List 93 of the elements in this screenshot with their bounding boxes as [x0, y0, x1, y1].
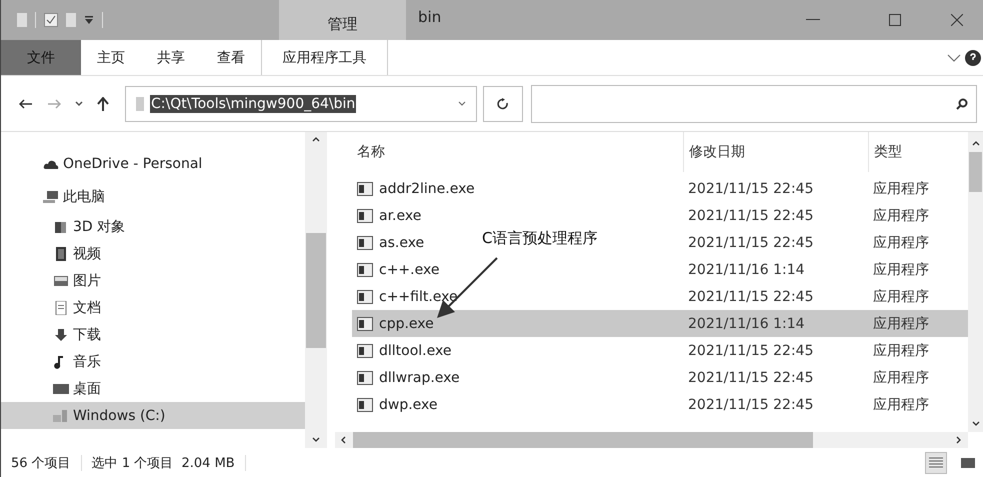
file-type: 应用程序 [872, 288, 930, 306]
address-path: C:\Qt\Tools\mingw900_64\bin [150, 94, 356, 112]
horizontal-scrollbar[interactable] [335, 432, 968, 448]
file-type: 应用程序 [872, 180, 930, 198]
refresh-button[interactable] [483, 86, 523, 122]
file-name: dllwrap.exe [379, 370, 460, 386]
column-header[interactable]: 名称 [352, 132, 683, 172]
modified-date: 2021/11/15 22:45 [687, 206, 814, 226]
film-icon [53, 246, 69, 260]
refresh-icon [497, 98, 509, 110]
scroll-thumb[interactable] [353, 432, 813, 448]
application-icon [357, 262, 373, 276]
modified-date: 2021/11/15 22:45 [687, 396, 814, 414]
window-title: bin [417, 7, 442, 28]
scrollbar[interactable] [968, 132, 983, 432]
file-type: 应用程序 [872, 234, 930, 252]
file-type: 应用程序 [872, 206, 930, 226]
context-tab-label: 管理 [279, 0, 406, 40]
application-icon [357, 236, 373, 250]
column-header[interactable]: 修改日期 [683, 132, 868, 172]
application-icon [357, 208, 373, 222]
picture-icon [53, 274, 69, 288]
dropdown-icon[interactable] [458, 100, 466, 106]
cube-icon [53, 220, 69, 234]
item-count: 56 个项目 [11, 454, 71, 472]
scroll-thumb[interactable] [306, 232, 326, 348]
scroll-thumb[interactable] [969, 152, 982, 192]
scroll-up-icon[interactable] [312, 136, 320, 144]
modified-date: 2021/11/16 1:14 [687, 260, 806, 280]
scroll-down-icon[interactable] [312, 436, 320, 444]
folder-icon [136, 96, 144, 110]
minimize-icon [806, 19, 820, 21]
scroll-up-icon[interactable] [972, 140, 980, 148]
thumbnail-icon [961, 458, 975, 468]
scrollbar[interactable] [305, 132, 327, 448]
selection-info: 选中 1 个项目 2.04 MB [92, 454, 235, 472]
address-field[interactable]: C:\Qt\Tools\mingw900_64\bin [125, 86, 477, 122]
application-icon [357, 182, 373, 196]
scroll-left-icon[interactable] [340, 436, 348, 444]
modified-date: 2021/11/16 1:14 [683, 310, 868, 337]
annotation-label: C语言预处理程序 [482, 229, 598, 248]
desktop-icon [53, 382, 69, 396]
details-view-button[interactable] [925, 452, 947, 474]
file-type: 应用程序 [872, 396, 930, 414]
drive-icon [53, 408, 69, 422]
dropdown-icon[interactable] [84, 16, 94, 24]
file-name: c++.exe [379, 262, 440, 278]
sidebar-item[interactable]: 音乐 [1, 348, 306, 375]
file-type: 应用程序 [872, 260, 930, 280]
application-icon [357, 344, 373, 358]
modified-date: 2021/11/15 22:45 [687, 342, 814, 360]
file-name: as.exe [379, 234, 424, 250]
modified-date: 2021/11/15 22:45 [687, 368, 814, 388]
ribbon-tab[interactable]: 文件 [1, 40, 81, 75]
list-icon [929, 456, 943, 468]
file-name: dlltool.exe [379, 342, 452, 358]
sidebar-item[interactable]: 图片 [1, 267, 306, 294]
search-field[interactable] [531, 84, 977, 122]
sidebar-item[interactable]: 文档 [1, 294, 306, 321]
scroll-right-icon[interactable] [955, 436, 963, 444]
file-name: cpp.exe [379, 316, 434, 332]
application-icon [357, 370, 373, 384]
application-icon [357, 316, 373, 330]
file-type: 应用程序 [868, 310, 968, 337]
file-name: addr2line.exe [379, 180, 475, 196]
sidebar-item[interactable]: 3D 对象 [1, 213, 306, 240]
ribbon-tab[interactable]: 应用程序工具 [261, 40, 388, 75]
search-icon [956, 98, 968, 110]
properties-icon[interactable] [44, 13, 58, 27]
sidebar-item[interactable]: OneDrive - Personal [1, 147, 306, 180]
file-name: c++filt.exe [379, 288, 458, 304]
file-type: 应用程序 [872, 342, 930, 360]
file-name: dwp.exe [379, 396, 438, 412]
sidebar-item[interactable]: 下载 [1, 321, 306, 348]
close-icon [951, 14, 963, 26]
sidebar-item[interactable]: 视频 [1, 240, 306, 267]
sidebar-item[interactable]: Windows (C:) [1, 402, 306, 429]
modified-date: 2021/11/15 22:45 [687, 180, 814, 198]
application-icon [357, 398, 373, 412]
scroll-down-icon[interactable] [972, 420, 980, 428]
download-icon [53, 328, 69, 342]
maximize-icon [889, 14, 901, 26]
file-type: 应用程序 [872, 368, 930, 388]
help-icon[interactable] [965, 50, 981, 66]
computer-icon [43, 190, 59, 204]
sidebar-item[interactable]: 此电脑 [1, 180, 306, 213]
document-icon [53, 300, 69, 314]
modified-date: 2021/11/15 22:45 [687, 234, 814, 252]
folder-icon [17, 13, 27, 27]
application-icon [357, 290, 373, 304]
modified-date: 2021/11/15 22:45 [687, 288, 814, 306]
file-name: ar.exe [379, 208, 422, 224]
sidebar-item[interactable]: 桌面 [1, 375, 306, 402]
